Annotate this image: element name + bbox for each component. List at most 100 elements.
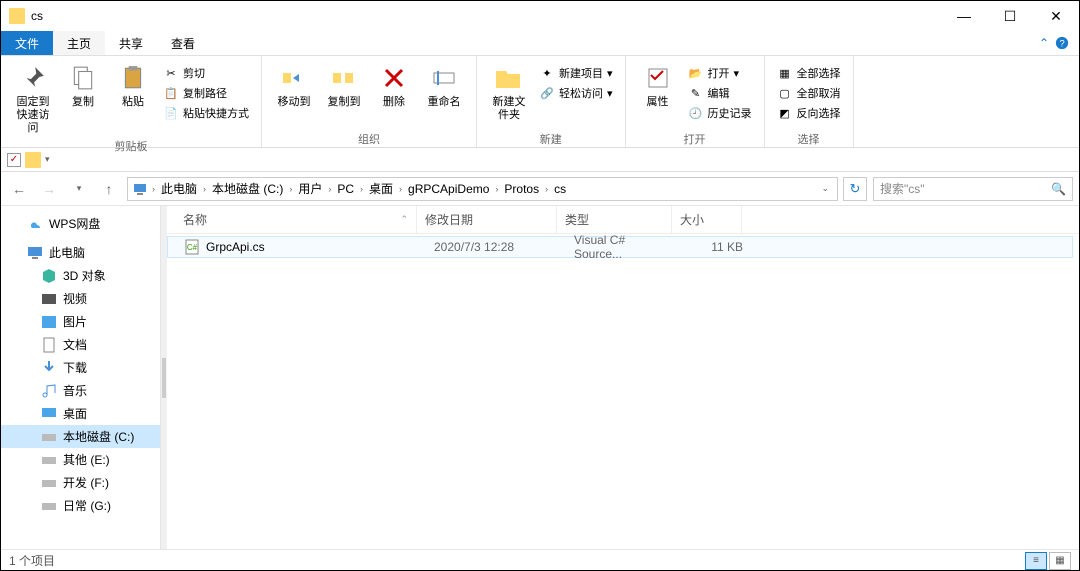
ribbon-group-select: ▦全部选择 ▢全部取消 ◩反向选择 选择 (765, 56, 854, 147)
col-date[interactable]: 修改日期 (417, 206, 557, 233)
file-type: Visual C# Source... (566, 233, 681, 261)
cloud-icon (27, 216, 43, 232)
easy-access-icon: 🔗 (539, 85, 555, 101)
paste-icon (117, 62, 149, 94)
open-button[interactable]: 📂打开 ▾ (684, 64, 756, 82)
copy-path-button[interactable]: 📋复制路径 (159, 84, 253, 102)
sidebar-item-pictures[interactable]: 图片 (1, 310, 160, 333)
picture-icon (41, 314, 57, 330)
video-icon (41, 291, 57, 307)
paste-button[interactable]: 粘贴 (109, 60, 157, 111)
qat-dropdown-icon[interactable]: ▾ (45, 154, 50, 165)
moveto-icon (278, 62, 310, 94)
sidebar-item-diske[interactable]: 其他 (E:) (1, 448, 160, 471)
sidebar-item-music[interactable]: 音乐 (1, 379, 160, 402)
file-row[interactable]: C#GrpcApi.cs 2020/7/3 12:28 Visual C# So… (167, 236, 1073, 258)
sidebar-item-3d[interactable]: 3D 对象 (1, 264, 160, 287)
sidebar-item-pc[interactable]: 此电脑 (1, 241, 160, 264)
invert-selection-button[interactable]: ◩反向选择 (773, 104, 845, 122)
view-icons-button[interactable]: ▦ (1049, 552, 1071, 570)
sidebar-item-video[interactable]: 视频 (1, 287, 160, 310)
minimize-button[interactable]: — (941, 1, 987, 31)
paste-shortcut-button[interactable]: 📄粘贴快捷方式 (159, 104, 253, 122)
sort-indicator-icon: ⌃ (400, 214, 408, 225)
crumb-1[interactable]: 本地磁盘 (C:) (210, 180, 285, 197)
pc-icon (132, 181, 148, 197)
desktop-icon (41, 406, 57, 422)
close-button[interactable]: ✕ (1033, 1, 1079, 31)
group-label-select: 选择 (798, 131, 820, 147)
delete-button[interactable]: 删除 (370, 60, 418, 111)
group-label-open: 打开 (684, 131, 706, 147)
sidebar-item-wps[interactable]: WPS网盘 (1, 212, 160, 235)
col-name[interactable]: 名称⌃ (167, 206, 417, 233)
properties-button[interactable]: 属性 (634, 60, 682, 111)
pin-icon (17, 62, 49, 94)
column-headers: 名称⌃ 修改日期 类型 大小 (167, 206, 1079, 234)
col-size[interactable]: 大小 (672, 206, 742, 233)
properties-icon (642, 62, 674, 94)
rename-icon (428, 62, 460, 94)
up-button[interactable]: ↑ (97, 177, 121, 201)
easy-access-button[interactable]: 🔗轻松访问 ▾ (535, 84, 617, 102)
maximize-button[interactable]: ☐ (987, 1, 1033, 31)
edit-button[interactable]: ✎编辑 (684, 84, 756, 102)
path-icon: 📋 (163, 85, 179, 101)
refresh-button[interactable]: ↻ (843, 177, 867, 201)
music-icon (41, 383, 57, 399)
ribbon-group-new: 新建文件夹 ✦新建项目 ▾ 🔗轻松访问 ▾ 新建 (477, 56, 626, 147)
copy-to-button[interactable]: 复制到 (320, 60, 368, 111)
forward-button[interactable]: → (37, 177, 61, 201)
ribbon-group-organize: 移动到 复制到 删除 重命名 组织 (262, 56, 477, 147)
edit-icon: ✎ (688, 85, 704, 101)
recent-dropdown[interactable]: ▾ (67, 177, 91, 201)
sidebar-item-diskg[interactable]: 日常 (G:) (1, 494, 160, 517)
new-folder-button[interactable]: 新建文件夹 (485, 60, 533, 124)
disk-icon (41, 475, 57, 491)
view-details-button[interactable]: ≡ (1025, 552, 1047, 570)
svg-text:?: ? (1059, 39, 1064, 50)
sidebar-item-documents[interactable]: 文档 (1, 333, 160, 356)
tab-view[interactable]: 查看 (157, 31, 209, 55)
crumb-7[interactable]: cs (552, 182, 568, 196)
pin-quick-access-button[interactable]: 固定到快速访问 (9, 60, 57, 138)
crumb-2[interactable]: 用户 (296, 180, 324, 197)
crumb-0[interactable]: 此电脑 (159, 180, 199, 197)
copy-button[interactable]: 复制 (59, 60, 107, 111)
sidebar-item-desktop[interactable]: 桌面 (1, 402, 160, 425)
crumb-3[interactable]: PC (335, 182, 356, 196)
crumb-5[interactable]: gRPCApiDemo (406, 182, 491, 196)
crumb-6[interactable]: Protos (502, 182, 541, 196)
help-icon[interactable]: ? (1055, 36, 1069, 50)
ribbon-collapse[interactable]: ⌃ ? (1039, 31, 1079, 55)
file-name: GrpcApi.cs (206, 240, 265, 254)
move-to-button[interactable]: 移动到 (270, 60, 318, 111)
breadcrumb[interactable]: ›此电脑 ›本地磁盘 (C:) ›用户 ›PC ›桌面 ›gRPCApiDemo… (127, 177, 838, 201)
cut-button[interactable]: ✂剪切 (159, 64, 253, 82)
scissors-icon: ✂ (163, 65, 179, 81)
back-button[interactable]: ← (7, 177, 31, 201)
sidebar-item-downloads[interactable]: 下载 (1, 356, 160, 379)
tab-file[interactable]: 文件 (1, 31, 53, 55)
crumb-4[interactable]: 桌面 (367, 180, 395, 197)
tab-home[interactable]: 主页 (53, 31, 105, 55)
select-all-button[interactable]: ▦全部选择 (773, 64, 845, 82)
group-label-clipboard: 剪贴板 (115, 138, 148, 154)
rename-button[interactable]: 重命名 (420, 60, 468, 111)
address-dropdown-icon[interactable]: ⌄ (817, 183, 833, 194)
history-button[interactable]: 🕘历史记录 (684, 104, 756, 122)
new-item-button[interactable]: ✦新建项目 ▾ (535, 64, 617, 82)
sidebar-item-diskc[interactable]: 本地磁盘 (C:) (1, 425, 160, 448)
history-icon: 🕘 (688, 105, 704, 121)
select-all-icon: ▦ (777, 65, 793, 81)
tab-share[interactable]: 共享 (105, 31, 157, 55)
select-all-checkbox[interactable]: ✓ (7, 153, 21, 167)
search-input[interactable]: 搜索"cs" 🔍 (873, 177, 1073, 201)
col-type[interactable]: 类型 (557, 206, 672, 233)
sidebar: WPS网盘 此电脑 3D 对象 视频 图片 文档 下载 音乐 桌面 本地磁盘 (… (1, 206, 161, 549)
shortcut-icon: 📄 (163, 105, 179, 121)
sidebar-item-diskf[interactable]: 开发 (F:) (1, 471, 160, 494)
select-none-button[interactable]: ▢全部取消 (773, 84, 845, 102)
group-label-organize: 组织 (358, 131, 380, 147)
invert-icon: ◩ (777, 105, 793, 121)
